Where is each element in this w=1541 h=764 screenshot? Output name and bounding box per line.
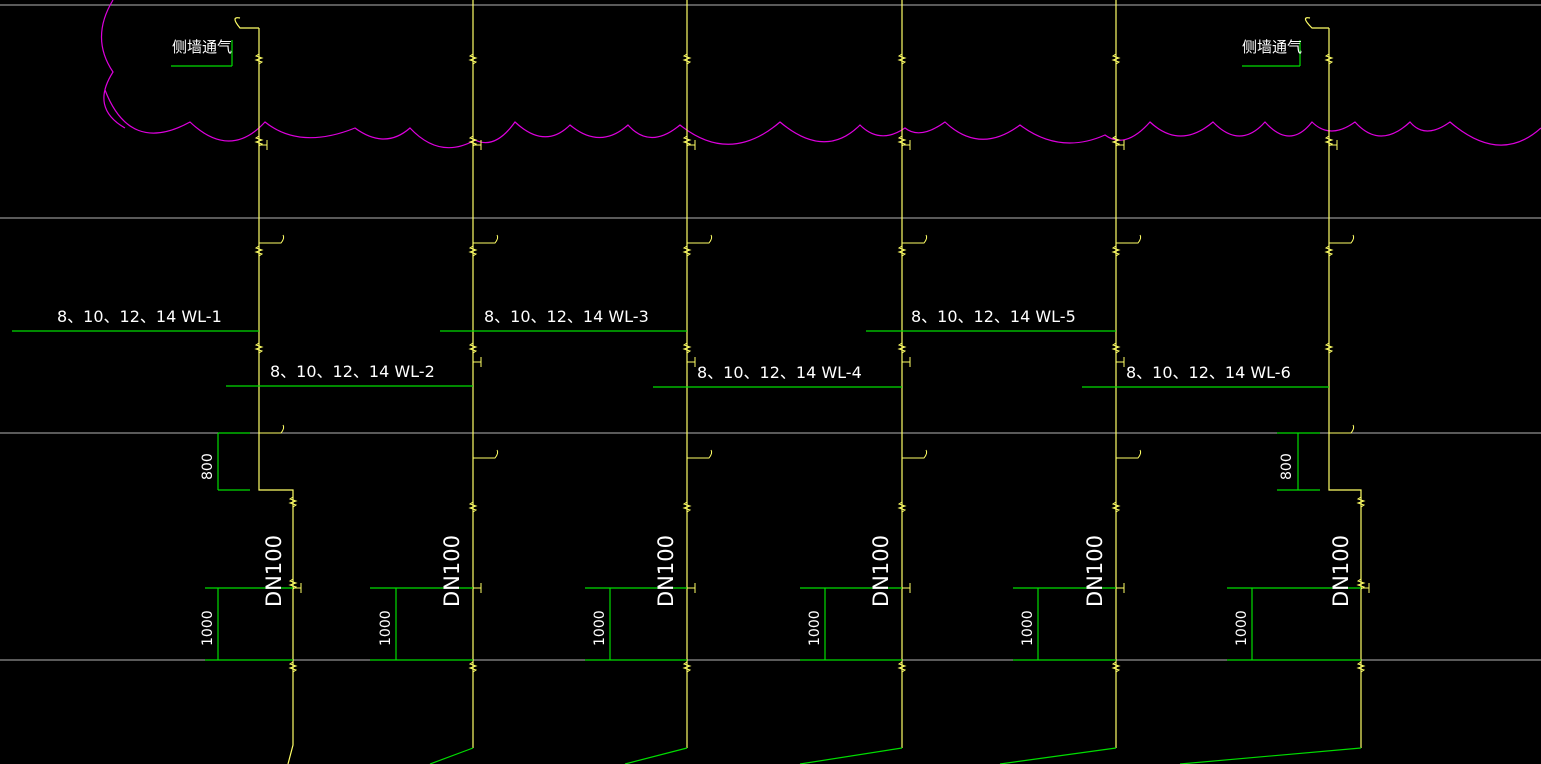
riser-6-pipe <box>1328 28 1362 748</box>
dim-label-1000: 1000 <box>807 610 823 646</box>
dim-label-1000: 1000 <box>1020 610 1036 646</box>
cleanout-symbol <box>1361 583 1370 593</box>
drain-segment <box>799 747 903 764</box>
dim-label-800: 800 <box>200 453 216 480</box>
cleanout-symbol <box>1329 140 1338 150</box>
floor-lines <box>0 4 1541 661</box>
branch-label-wl4: 8、10、12、14 WL-4 <box>697 363 862 382</box>
cleanout-symbol <box>293 583 302 593</box>
drain-segment <box>624 747 688 764</box>
tee-stub <box>902 449 928 459</box>
tee-stub <box>1329 234 1355 244</box>
tee-stub <box>1329 424 1355 434</box>
revision-cloud <box>101 0 1541 149</box>
cleanout-symbol <box>687 140 696 150</box>
cleanout-symbol <box>1116 583 1125 593</box>
pipe-size-label: DN100 <box>262 535 286 607</box>
tee-stub <box>473 234 499 244</box>
dim-label-800: 800 <box>1279 453 1295 480</box>
tee-stub <box>1116 449 1142 459</box>
tee-stub <box>259 424 285 434</box>
tee-stub <box>259 234 285 244</box>
drain-segment <box>1179 747 1362 764</box>
dim-label-1000: 1000 <box>592 610 608 646</box>
tee-stub <box>1116 234 1142 244</box>
branch-label-wl5: 8、10、12、14 WL-5 <box>911 307 1076 326</box>
dim-label-1000: 1000 <box>1234 610 1250 646</box>
branch-label-wl2: 8、10、12、14 WL-2 <box>270 362 435 381</box>
dim-label-1000: 1000 <box>200 610 216 646</box>
drainage-riser-diagram: 侧墙通气 侧墙通气 8、10、12、14 WL-1 8、10、12、14 WL-… <box>0 0 1541 764</box>
pipe-size-label: DN100 <box>869 535 893 607</box>
tee-stub <box>687 449 713 459</box>
cleanout-symbol <box>473 357 482 367</box>
branch-label-wl6: 8、10、12、14 WL-6 <box>1126 363 1291 382</box>
pipe-size-label: DN100 <box>654 535 678 607</box>
drain-segment <box>429 747 474 764</box>
riser-1 <box>234 17 294 764</box>
vent-hook <box>1304 17 1329 29</box>
pipe-size-label: DN100 <box>1083 535 1107 607</box>
cleanout-symbol <box>259 140 268 150</box>
pipe-size-label: DN100 <box>440 535 464 607</box>
vent-hook <box>234 17 259 29</box>
tee-stub <box>473 449 499 459</box>
branch-label-wl1: 8、10、12、14 WL-1 <box>57 307 222 326</box>
cleanout-symbol <box>473 583 482 593</box>
revision-cloud-left-arcs <box>101 0 126 129</box>
tee-stub <box>687 234 713 244</box>
cleanout-symbol <box>1116 357 1125 367</box>
pipe-size-label: DN100 <box>1329 535 1353 607</box>
branch-label-wl3: 8、10、12、14 WL-3 <box>484 307 649 326</box>
drain-segment <box>999 747 1117 764</box>
cleanout-symbol <box>902 583 911 593</box>
vent-label-2: 侧墙通气 <box>1242 38 1302 56</box>
cleanout-symbol <box>687 583 696 593</box>
revision-cloud-bottom-arcs <box>104 89 1541 149</box>
cleanout-symbol <box>1116 140 1125 150</box>
riser-group <box>12 0 1370 764</box>
riser-1-pipe <box>258 28 294 764</box>
riser-6 <box>1304 17 1362 748</box>
cleanout-symbol <box>687 357 696 367</box>
cleanout-symbol <box>902 140 911 150</box>
vent-label-1: 侧墙通气 <box>172 38 232 56</box>
dim-label-1000: 1000 <box>378 610 394 646</box>
tee-stub <box>902 234 928 244</box>
building-drain <box>429 747 1362 764</box>
cleanout-symbol <box>902 357 911 367</box>
